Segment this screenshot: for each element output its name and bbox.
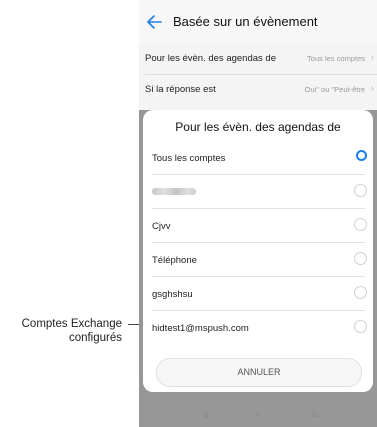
setting-value: Tous les comptes xyxy=(307,54,365,63)
app-header: Basée sur un évènement xyxy=(139,0,377,44)
option-blurred-account[interactable] xyxy=(143,175,373,209)
option-label: Tous les comptes xyxy=(152,153,226,164)
setting-label: Pour les évèn. des agendas de xyxy=(145,53,276,64)
option-exchange-account[interactable]: hidtest1@mspush.com xyxy=(143,311,373,345)
page-title: Basée sur un évènement xyxy=(173,14,318,29)
option-label: Téléphone xyxy=(152,255,197,266)
callout-line-2: configurés xyxy=(68,332,122,344)
divider xyxy=(145,74,377,75)
radio-icon[interactable] xyxy=(354,184,367,197)
radio-icon[interactable] xyxy=(354,252,367,265)
nav-recents-icon[interactable]: □ xyxy=(312,410,317,419)
radio-icon[interactable] xyxy=(354,320,367,333)
option-label: gsghshsu xyxy=(152,289,193,300)
callout-text: Comptes Exchange configurés xyxy=(22,317,122,345)
setting-row-agendas[interactable]: Pour les évèn. des agendas de Tous les c… xyxy=(139,45,377,75)
option-label: Cjvv xyxy=(152,221,171,232)
phone-screen: Basée sur un évènement Pour les évèn. de… xyxy=(139,0,377,427)
nav-home-icon[interactable]: ○ xyxy=(255,410,260,419)
option-gsghshsu[interactable]: gsghshsu xyxy=(143,277,373,311)
radio-icon[interactable] xyxy=(354,218,367,231)
radio-selected-icon[interactable] xyxy=(356,150,367,161)
setting-value: Oui" ou "Peut-être xyxy=(304,85,365,94)
dialog-title: Pour les évèn. des agendas de xyxy=(175,120,341,134)
cancel-button[interactable]: ANNULER xyxy=(156,358,362,387)
system-nav-bar: ◁ ○ □ xyxy=(139,401,377,427)
chevron-right-icon: › xyxy=(370,83,374,94)
nav-back-icon[interactable]: ◁ xyxy=(202,410,208,419)
option-label: hidtest1@mspush.com xyxy=(152,323,249,334)
option-telephone[interactable]: Téléphone xyxy=(143,243,373,277)
option-cjvv[interactable]: Cjvv xyxy=(143,209,373,243)
radio-icon[interactable] xyxy=(354,286,367,299)
chevron-right-icon: › xyxy=(370,52,374,63)
account-picker-dialog: Pour les évèn. des agendas de Tous les c… xyxy=(143,110,373,392)
option-all-accounts[interactable]: Tous les comptes xyxy=(143,141,373,175)
back-arrow-icon[interactable] xyxy=(144,11,166,33)
setting-row-response[interactable]: Si la réponse est Oui" ou "Peut-être › xyxy=(139,76,377,106)
blurred-account-name xyxy=(152,188,196,195)
setting-label: Si la réponse est xyxy=(145,84,216,95)
callout-line-1: Comptes Exchange xyxy=(21,318,122,330)
cancel-label: ANNULER xyxy=(237,367,281,377)
